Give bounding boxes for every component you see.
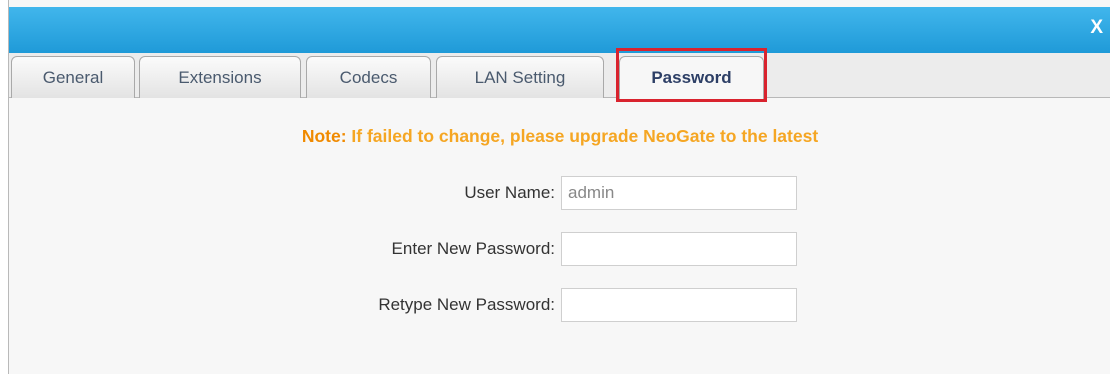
password-dialog: X General Extensions Codecs LAN Setting … xyxy=(8,0,1110,374)
tab-bar: General Extensions Codecs LAN Setting Pa… xyxy=(9,53,1110,99)
tab-lan-setting[interactable]: LAN Setting xyxy=(436,56,604,98)
username-field[interactable] xyxy=(561,176,797,210)
new-password-field[interactable] xyxy=(561,232,797,266)
retype-password-field[interactable] xyxy=(561,288,797,322)
note-prefix: Note: xyxy=(301,126,347,146)
note-text: If failed to change, please upgrade NeoG… xyxy=(346,126,819,146)
new-password-row: Enter New Password: xyxy=(9,232,1110,266)
close-icon[interactable]: X xyxy=(1090,17,1103,39)
username-label: User Name: xyxy=(464,183,555,202)
username-row: User Name: xyxy=(9,176,1110,210)
dialog-titlebar: X xyxy=(9,7,1110,53)
retype-password-row: Retype New Password: xyxy=(9,288,1110,322)
tab-extensions[interactable]: Extensions xyxy=(139,56,301,98)
tab-codecs[interactable]: Codecs xyxy=(306,56,431,98)
tab-password[interactable]: Password xyxy=(619,56,764,99)
upgrade-note: Note: If failed to change, please upgrad… xyxy=(9,126,1110,147)
new-password-label: Enter New Password: xyxy=(391,239,555,258)
retype-password-label: Retype New Password: xyxy=(378,295,555,314)
tab-general[interactable]: General xyxy=(11,56,135,98)
